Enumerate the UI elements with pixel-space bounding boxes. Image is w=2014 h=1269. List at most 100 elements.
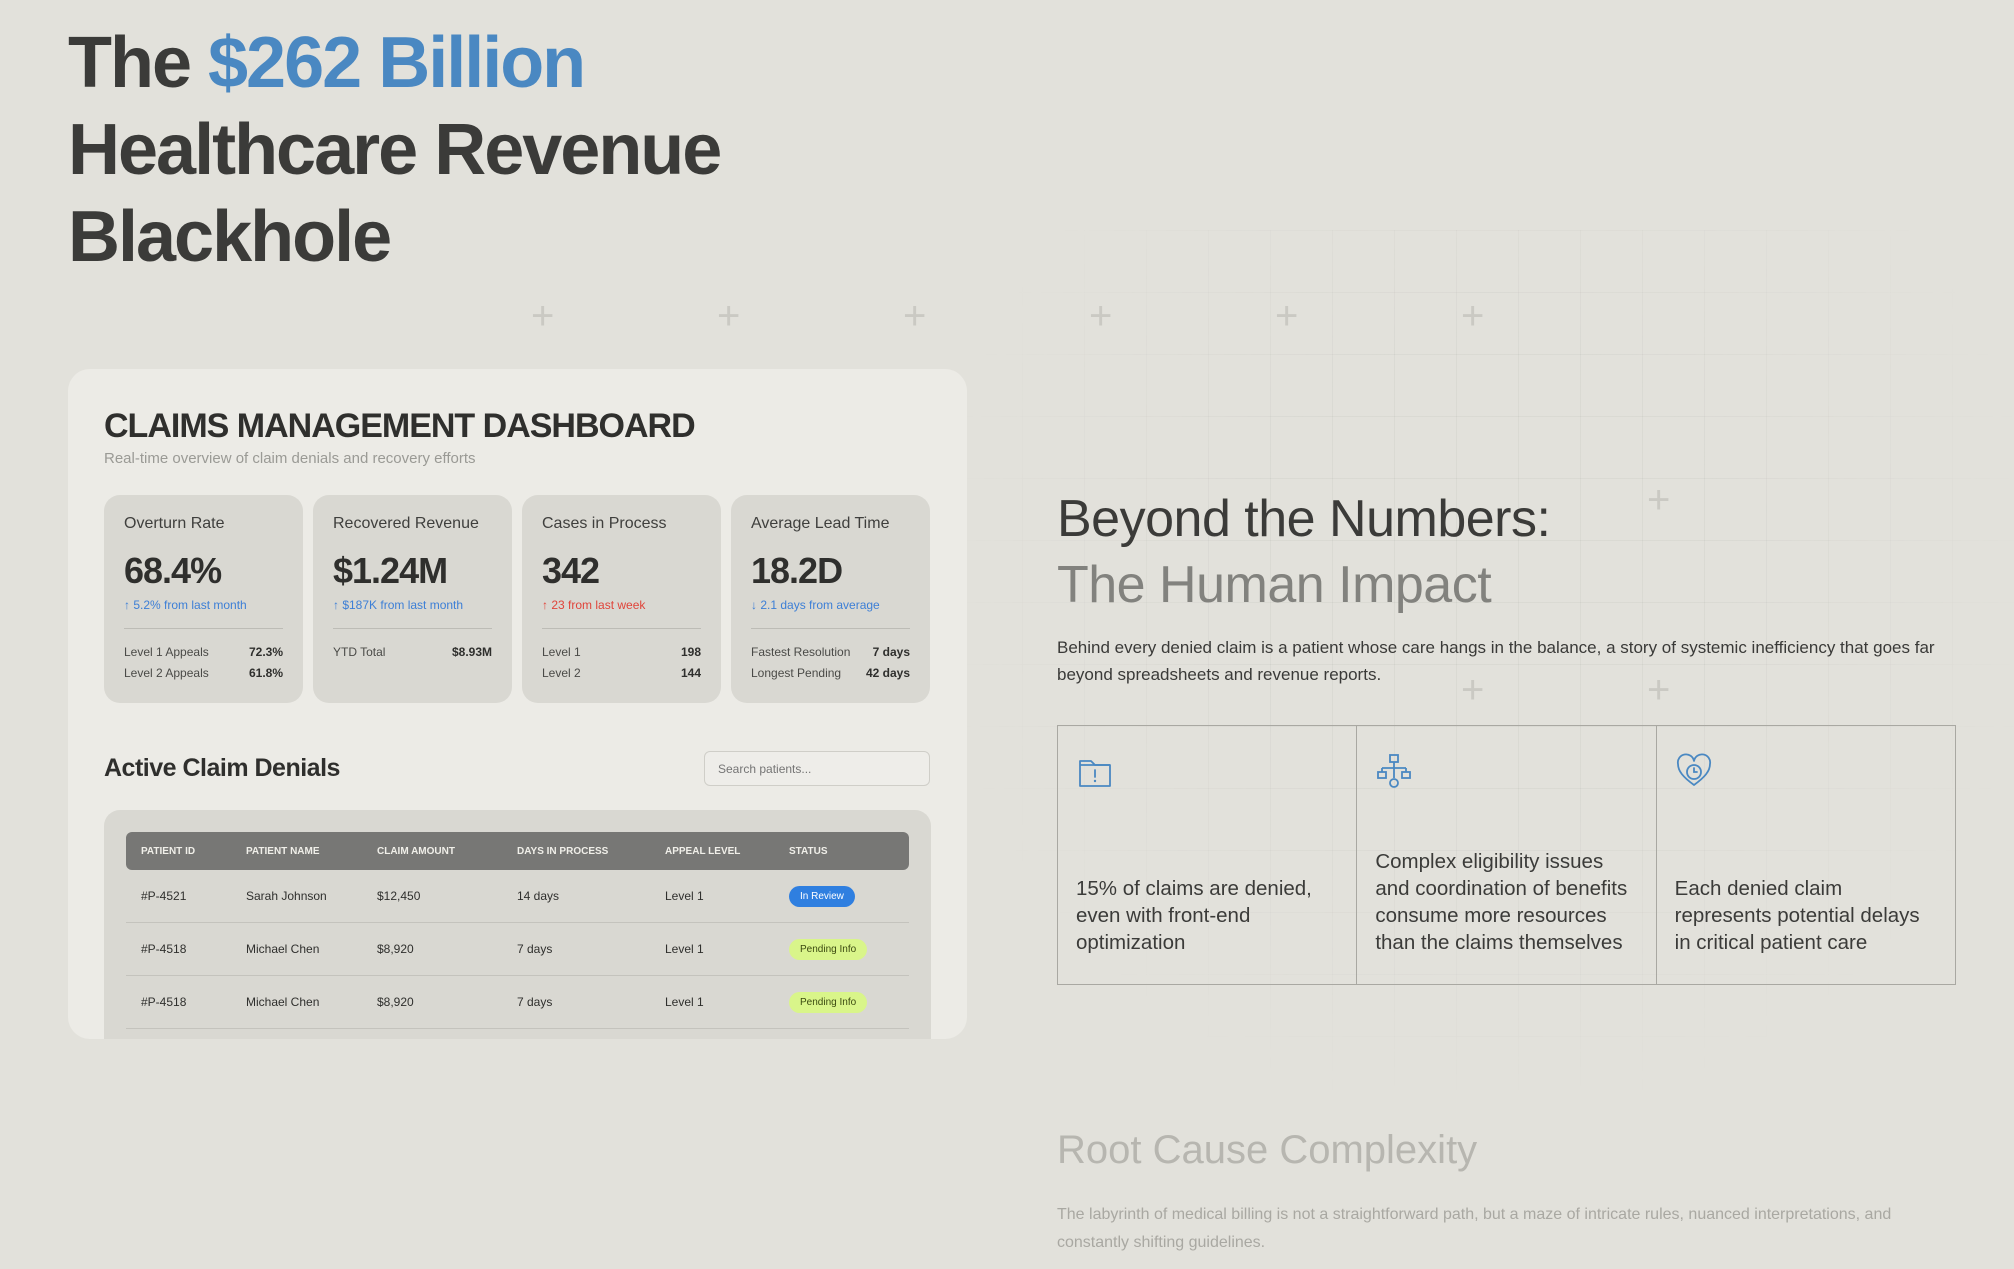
- stat-detail-label: Level 2: [542, 666, 581, 680]
- dashboard-title: CLAIMS MANAGEMENT DASHBOARD: [104, 407, 696, 445]
- impact-card: 15% of claims are denied, even with fron…: [1058, 726, 1358, 984]
- decor-plus: +: [1461, 294, 1485, 338]
- hero-title: The $262 Billion Healthcare Revenue Blac…: [68, 20, 722, 281]
- column-header[interactable]: PATIENT ID: [126, 846, 231, 857]
- days-in-process-cell: 7 days: [517, 942, 553, 956]
- stat-detail-label: Fastest Resolution: [751, 645, 851, 659]
- root-cause-heading: Root Cause Complexity: [1057, 1128, 1478, 1172]
- column-header[interactable]: CLAIM AMOUNT: [362, 846, 502, 857]
- table-header: PATIENT ID PATIENT NAME CLAIM AMOUNT DAY…: [126, 832, 909, 870]
- hero-accent: $262 Billion: [208, 23, 586, 103]
- decor-plus: +: [1647, 478, 1671, 522]
- claims-dashboard-card: CLAIMS MANAGEMENT DASHBOARD Real-time ov…: [68, 369, 967, 1039]
- divider: [333, 628, 492, 629]
- appeal-level-cell: Level 1: [665, 995, 704, 1009]
- impact-card-text: Complex eligibility issues and coordinat…: [1375, 850, 1628, 954]
- stat-detail-row: Level 2 144: [542, 663, 701, 684]
- claim-amount-cell: $12,450: [377, 889, 421, 903]
- decor-plus: +: [531, 294, 555, 338]
- stat-label: Average Lead Time: [751, 515, 890, 532]
- hero-line3: Blackhole: [68, 197, 392, 277]
- stat-detail-value: $8.93M: [451, 645, 492, 659]
- stat-detail-value: 198: [680, 645, 701, 659]
- status-cell: Pending Info: [774, 938, 909, 960]
- stat-detail-label: Level 1 Appeals: [124, 645, 209, 659]
- status-badge: Pending Info: [789, 938, 868, 960]
- column-header[interactable]: APPEAL LEVEL: [650, 846, 774, 857]
- impact-cards: 15% of claims are denied, even with fron…: [1057, 725, 1956, 985]
- status-cell: Pending Info: [774, 991, 909, 1013]
- stat-detail-row: Level 2 Appeals 61.8%: [124, 663, 283, 684]
- appeal-level-cell: Level 1: [665, 889, 704, 903]
- root-cause-paragraph: The labyrinth of medical billing is not …: [1057, 1206, 1892, 1251]
- patient-name-cell: Michael Chen: [246, 995, 320, 1009]
- stat-value: 68.4%: [124, 550, 222, 591]
- status-badge: Pending Info: [789, 991, 868, 1013]
- status-badge: In Review: [789, 885, 855, 907]
- heart-clock-icon: [1676, 753, 1711, 786]
- stat-value: 342: [542, 550, 600, 591]
- impact-paragraph: Behind every denied claim is a patient w…: [1057, 638, 1935, 684]
- stat-change: ↓ 2.1 days from average: [751, 598, 880, 612]
- claim-amount-cell: $8,920: [377, 942, 414, 956]
- stat-detail-row: Level 1 Appeals 72.3%: [124, 642, 283, 663]
- stat-detail-row: Fastest Resolution 7 days: [751, 642, 910, 663]
- impact-card-text: Each denied claim represents potential d…: [1674, 877, 1920, 954]
- stat-detail-row: YTD Total $8.93M: [333, 642, 492, 663]
- claim-amount-cell: $8,920: [377, 995, 414, 1009]
- claims-table: PATIENT ID PATIENT NAME CLAIM AMOUNT DAY…: [104, 810, 931, 1039]
- stat-card-overturn-rate: Overturn Rate 68.4% ↑ 5.2% from last mon…: [104, 495, 303, 703]
- table-row[interactable]: #P-4518 Michael Chen $8,920 7 days Level…: [126, 976, 909, 1029]
- hero-line2: Healthcare Revenue: [68, 110, 722, 190]
- appeal-level-cell: Level 1: [665, 942, 704, 956]
- table-row[interactable]: #P-4518 Michael Chen $8,920 7 days Level…: [126, 923, 909, 976]
- divider: [124, 628, 283, 629]
- stat-change: ↑ 23 from last week: [542, 598, 646, 612]
- decor-plus: +: [717, 294, 741, 338]
- stat-detail-label: YTD Total: [333, 645, 386, 659]
- stat-card-cases-in-process: Cases in Process 342 ↑ 23 from last week…: [522, 495, 721, 703]
- stat-label: Overturn Rate: [124, 515, 225, 532]
- impact-card: Each denied claim represents potential d…: [1657, 726, 1955, 984]
- days-in-process-cell: 14 days: [517, 889, 560, 903]
- patient-id-cell: #P-4518: [141, 995, 187, 1009]
- stat-change: ↑ $187K from last month: [333, 598, 464, 612]
- divider: [542, 628, 701, 629]
- stat-detail-value: 7 days: [872, 645, 910, 659]
- stat-detail-value: 72.3%: [248, 645, 283, 659]
- table-row[interactable]: #P-4521 Sarah Johnson $12,450 14 days Le…: [126, 870, 909, 923]
- folder-alert-icon: [1079, 760, 1111, 787]
- hierarchy-icon: [1377, 754, 1412, 788]
- stat-detail-label: Level 2 Appeals: [124, 666, 209, 680]
- stat-detail-value: 42 days: [865, 666, 910, 680]
- impact-heading: Beyond the Numbers:: [1057, 490, 1551, 548]
- stat-detail-value: 144: [680, 666, 701, 680]
- column-header[interactable]: PATIENT NAME: [231, 846, 362, 857]
- search-patients-input[interactable]: [704, 751, 930, 786]
- stat-change: ↑ 5.2% from last month: [124, 598, 247, 612]
- active-claim-denials-heading: Active Claim Denials: [104, 754, 340, 782]
- impact-card: Complex eligibility issues and coordinat…: [1357, 726, 1657, 984]
- dashboard-subtitle: Real-time overview of claim denials and …: [104, 450, 476, 467]
- divider: [751, 628, 910, 629]
- decor-plus: +: [1089, 294, 1113, 338]
- status-cell: In Review: [774, 885, 909, 907]
- patient-id-cell: #P-4518: [141, 942, 187, 956]
- stat-label: Recovered Revenue: [333, 515, 479, 532]
- stat-card-average-lead-time: Average Lead Time 18.2D ↓ 2.1 days from …: [731, 495, 930, 703]
- stat-detail-label: Longest Pending: [751, 666, 842, 680]
- hero-line1-prefix: The: [68, 23, 209, 103]
- stat-value: 18.2D: [751, 550, 843, 591]
- stat-detail-row: Level 1 198: [542, 642, 701, 663]
- column-header[interactable]: STATUS: [774, 846, 909, 857]
- stat-detail-value: 61.8%: [248, 666, 283, 680]
- stat-card-recovered-revenue: Recovered Revenue $1.24M ↑ $187K from la…: [313, 495, 512, 703]
- patient-name-cell: Sarah Johnson: [246, 889, 327, 903]
- stat-detail-label: Level 1: [542, 645, 581, 659]
- impact-card-text: 15% of claims are denied, even with fron…: [1076, 877, 1312, 954]
- impact-subheading: The Human Impact: [1057, 556, 1492, 614]
- patient-id-cell: #P-4521: [141, 889, 187, 903]
- stat-label: Cases in Process: [542, 515, 667, 532]
- column-header[interactable]: DAYS IN PROCESS: [502, 846, 650, 857]
- patient-name-cell: Michael Chen: [246, 942, 320, 956]
